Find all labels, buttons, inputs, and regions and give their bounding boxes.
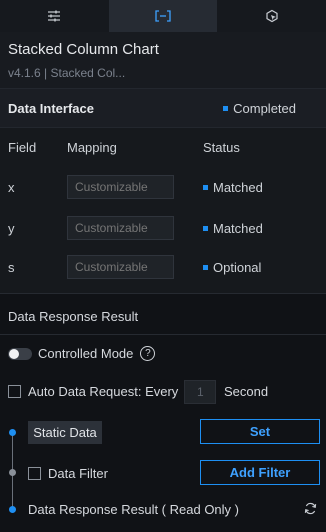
table-row: y Matched (0, 214, 326, 242)
field-status-text: Optional (213, 259, 262, 275)
table-row: s Optional (0, 253, 326, 281)
flow-node-icon (9, 469, 16, 476)
status-dot-icon (203, 184, 208, 190)
flow-node-icon (9, 506, 16, 513)
section-divider (0, 293, 326, 294)
interaction-icon (265, 9, 279, 23)
field-status: Matched (203, 221, 263, 236)
tab-style[interactable] (0, 0, 109, 32)
interval-unit: Second (224, 384, 269, 399)
section-divider (0, 334, 326, 335)
tab-interaction[interactable] (217, 0, 326, 32)
data-interface-status: Completed (223, 101, 296, 116)
mapping-input-wrap (67, 175, 174, 199)
header-status: Status (203, 139, 240, 155)
field-status-text: Matched (213, 179, 263, 195)
table-header-row: Field Mapping Status (0, 133, 326, 161)
status-dot-icon (203, 264, 208, 270)
controlled-mode-label: Controlled Mode (38, 346, 134, 361)
data-bracket-icon (155, 10, 171, 22)
data-filter-checkbox[interactable] (28, 467, 41, 480)
response-section-title: Data Response Result (8, 309, 139, 324)
help-icon[interactable]: ? (140, 346, 156, 361)
set-button[interactable]: Set (200, 419, 320, 444)
field-status: Optional (203, 260, 261, 275)
data-flow: Static Data Set Data Filter Add Filter D… (0, 418, 326, 528)
data-filter-label: Data Filter (48, 466, 108, 481)
data-interface-status-text: Completed (233, 100, 296, 116)
static-data-tag: Static Data (28, 421, 102, 444)
mapping-input-s[interactable] (67, 255, 174, 279)
data-interface-label: Data Interface (8, 100, 94, 116)
field-name: s (8, 259, 15, 275)
interval-input[interactable]: 1 (184, 380, 216, 404)
field-mapping-table: Field Mapping Status x Matched y Matched… (0, 128, 326, 293)
status-dot-icon (223, 105, 229, 111)
toggle-knob (9, 348, 19, 359)
field-status-text: Matched (213, 220, 263, 236)
mapping-input-x[interactable] (67, 175, 174, 199)
header-field: Field (8, 139, 37, 155)
controlled-mode-row: Controlled Mode ? (8, 346, 156, 361)
mapping-input-wrap (67, 255, 174, 279)
auto-request-row: Auto Data Request: Every 1 Second (8, 380, 318, 404)
data-filter-row: Data Filter (28, 466, 108, 481)
response-readonly-label: Data Response Result ( Read Only ) (28, 502, 239, 517)
mapping-input-y[interactable] (67, 216, 174, 240)
component-version: v4.1.6 | Stacked Col... (8, 66, 126, 80)
flow-node-icon (9, 429, 16, 436)
mapping-input-wrap (67, 216, 174, 240)
refresh-icon[interactable] (304, 502, 317, 520)
auto-request-checkbox[interactable] (8, 385, 21, 398)
auto-request-label: Auto Data Request: Every (28, 384, 179, 399)
panel-tabs (0, 0, 326, 32)
add-filter-button[interactable]: Add Filter (200, 460, 320, 485)
table-row: x Matched (0, 173, 326, 201)
component-title: Stacked Column Chart (8, 41, 159, 58)
sliders-icon (47, 10, 61, 22)
field-status: Matched (203, 180, 263, 195)
status-dot-icon (203, 225, 208, 231)
tab-data[interactable] (108, 0, 218, 32)
data-interface-header[interactable]: Data Interface Completed (0, 88, 326, 128)
field-name: x (8, 179, 15, 195)
controlled-mode-toggle[interactable] (8, 347, 32, 360)
header-mapping: Mapping (67, 139, 117, 155)
field-name: y (8, 220, 15, 236)
component-header: Stacked Column Chart v4.1.6 | Stacked Co… (0, 32, 326, 88)
